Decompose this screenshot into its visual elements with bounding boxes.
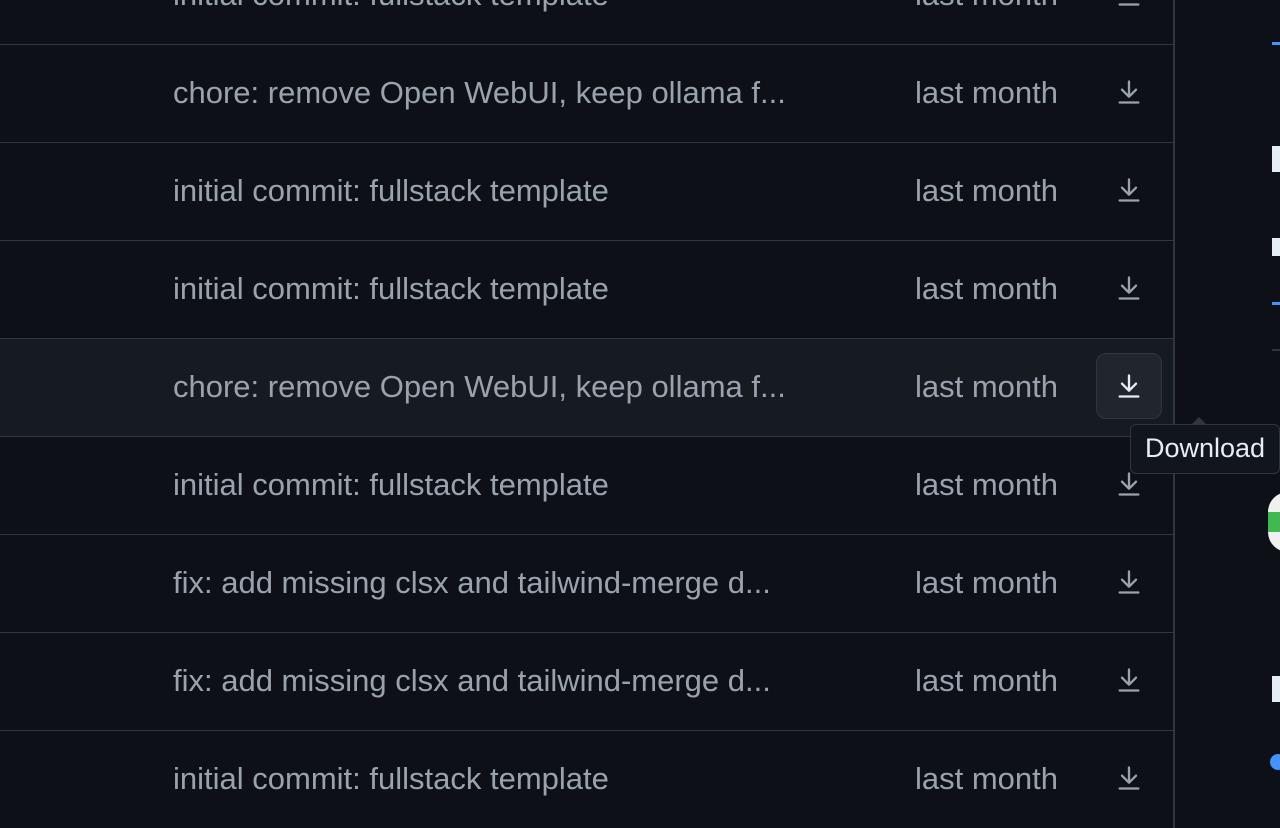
file-list-table: initial commit: fullstack template last m… — [0, 0, 1175, 828]
commit-message-link[interactable]: initial commit: fullstack template — [173, 173, 853, 209]
sidebar-heading-fragment-2 — [1272, 676, 1280, 702]
sidebar-text-fragment — [1272, 238, 1280, 256]
commit-message-link[interactable]: initial commit: fullstack template — [173, 467, 853, 503]
commit-date: last month — [915, 761, 1059, 796]
download-icon — [1118, 178, 1140, 202]
download-icon — [1118, 766, 1140, 790]
download-button[interactable] — [1096, 647, 1162, 713]
file-row[interactable]: chore: remove Open WebUI, keep ollama f.… — [0, 338, 1173, 436]
sidebar-divider — [1272, 349, 1280, 351]
commit-message-link[interactable]: fix: add missing clsx and tailwind-merge… — [173, 663, 853, 699]
commit-date: last month — [915, 369, 1059, 404]
sidebar-link-fragment[interactable] — [1272, 12, 1280, 45]
commit-message-link[interactable]: chore: remove Open WebUI, keep ollama f.… — [173, 369, 853, 405]
sidebar-link-fragment-2[interactable] — [1272, 272, 1280, 305]
commit-date: last month — [915, 173, 1059, 208]
file-row[interactable]: initial commit: fullstack template last m… — [0, 240, 1173, 338]
file-row[interactable]: initial commit: fullstack template last m… — [0, 436, 1173, 534]
commit-message-link[interactable]: initial commit: fullstack template — [173, 761, 853, 797]
commit-message-link[interactable]: chore: remove Open WebUI, keep ollama f.… — [173, 75, 853, 111]
file-row[interactable]: fix: add missing clsx and tailwind-merge… — [0, 534, 1173, 632]
commit-date: last month — [915, 75, 1059, 110]
download-icon — [1118, 80, 1140, 104]
language-color-dot — [1270, 754, 1280, 770]
commit-message-link[interactable]: initial commit: fullstack template — [173, 0, 853, 13]
file-row[interactable]: initial commit: fullstack template last m… — [0, 730, 1173, 828]
commit-date: last month — [915, 0, 1058, 13]
file-row[interactable]: chore: remove Open WebUI, keep ollama f.… — [0, 44, 1173, 142]
download-button[interactable] — [1096, 0, 1162, 27]
download-button[interactable] — [1096, 353, 1162, 419]
file-row[interactable]: fix: add missing clsx and tailwind-merge… — [0, 632, 1173, 730]
download-button[interactable] — [1096, 255, 1162, 321]
commit-date: last month — [915, 565, 1059, 600]
download-button[interactable] — [1096, 59, 1162, 125]
download-icon — [1118, 472, 1140, 496]
download-icon — [1118, 3, 1140, 6]
commit-date: last month — [915, 271, 1059, 306]
download-button[interactable] — [1096, 745, 1162, 811]
commit-message-link[interactable]: fix: add missing clsx and tailwind-merge… — [173, 565, 853, 601]
commit-date: last month — [915, 467, 1059, 502]
file-row[interactable]: initial commit: fullstack template last m… — [0, 0, 1173, 44]
commit-message-link[interactable]: initial commit: fullstack template — [173, 271, 853, 307]
commit-date: last month — [915, 663, 1059, 698]
download-icon — [1118, 570, 1140, 594]
right-sidebar — [1175, 0, 1280, 800]
download-button[interactable] — [1096, 549, 1162, 615]
file-row[interactable]: initial commit: fullstack template last m… — [0, 142, 1173, 240]
download-icon — [1118, 276, 1140, 300]
download-icon — [1118, 668, 1140, 692]
download-icon — [1118, 374, 1140, 398]
sidebar-heading-fragment — [1272, 146, 1280, 172]
download-button[interactable] — [1096, 157, 1162, 223]
download-tooltip: Download — [1130, 417, 1280, 474]
